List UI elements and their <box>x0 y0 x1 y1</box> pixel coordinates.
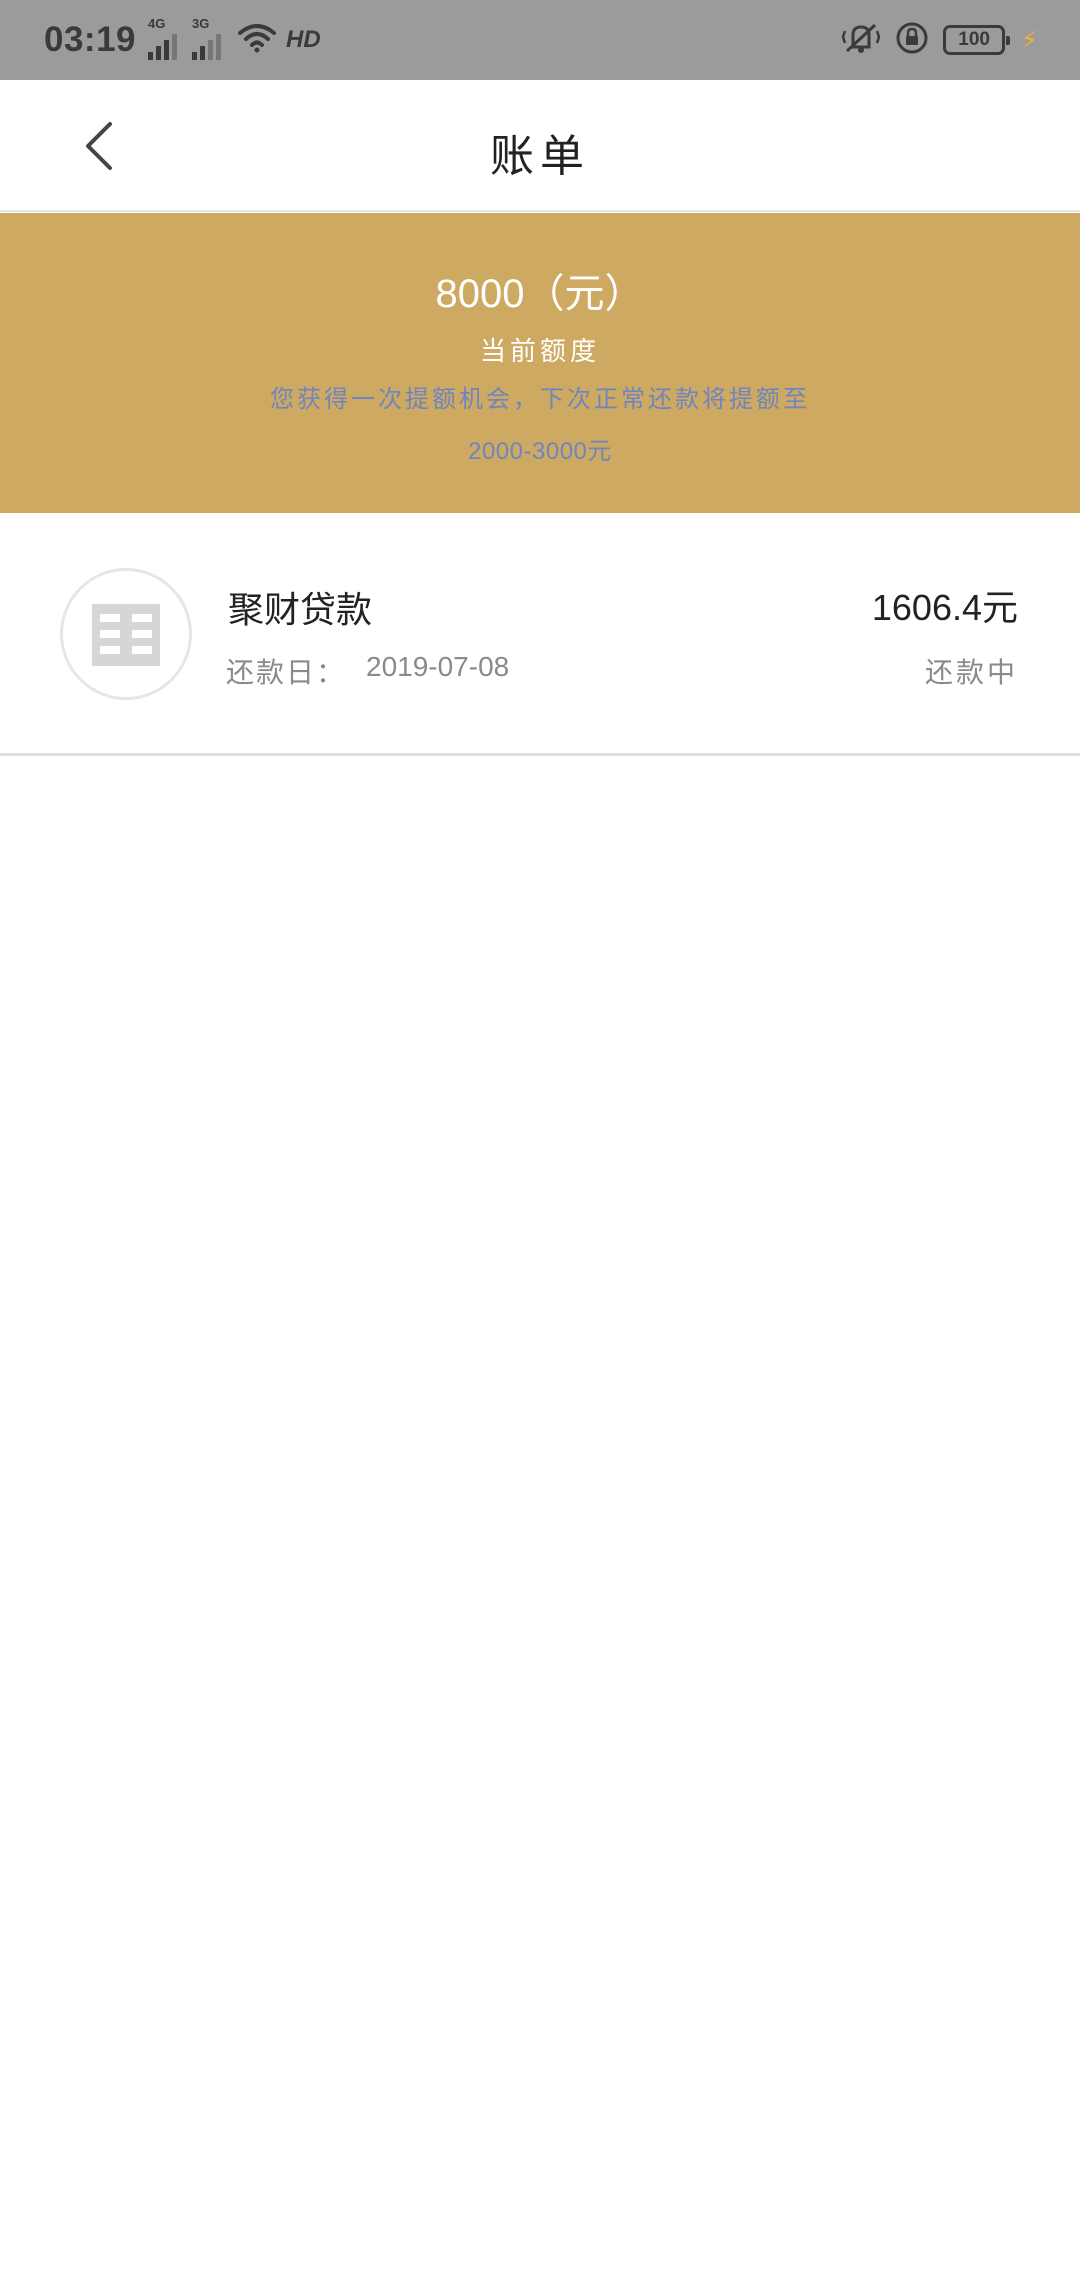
battery-icon: 100 <box>943 25 1011 55</box>
hd-voice-icon: HD <box>286 26 321 53</box>
due-date-value: 2019-07-08 <box>366 651 510 682</box>
wifi-icon <box>238 23 277 58</box>
rotation-lock-icon <box>895 21 929 60</box>
limit-increase-range: 2000-3000元 <box>468 438 612 465</box>
building-icon <box>92 604 160 666</box>
credit-limit-label: 当前额度 <box>479 336 600 366</box>
charging-icon: ⚡ <box>1021 26 1038 54</box>
app-header: 账单 <box>0 80 1080 212</box>
credit-limit-value: 8000（元） <box>435 272 645 316</box>
due-date-label: 还款日： <box>226 657 347 688</box>
vibrate-icon <box>841 21 881 60</box>
bill-status: 还款中 <box>924 657 1018 688</box>
credit-limit-banner: 8000（元） 当前额度 您获得一次提额机会，下次正常还款将提额至 2000-3… <box>0 213 1080 513</box>
status-bar-right: 100 ⚡ <box>841 0 1038 80</box>
page-title: 账单 <box>490 132 590 181</box>
lender-logo <box>60 568 192 700</box>
status-bar: 03:19 4G 3G HD 100 ⚡ <box>0 0 1080 80</box>
signal-3g-icon: 3G <box>192 16 224 60</box>
status-bar-left: 03:19 4G 3G HD <box>44 0 321 80</box>
bill-list-item[interactable]: 聚财贷款 还款日： 2019-07-08 1606.4元 还款中 <box>0 513 1080 756</box>
battery-level: 100 <box>958 29 990 50</box>
signal-4g-icon: 4G <box>148 16 180 60</box>
bill-amount: 1606.4元 <box>871 587 1018 628</box>
bill-lender-name: 聚财贷款 <box>228 589 373 630</box>
status-time: 03:19 <box>44 20 137 59</box>
limit-increase-notice: 您获得一次提额机会，下次正常还款将提额至 <box>270 386 810 413</box>
